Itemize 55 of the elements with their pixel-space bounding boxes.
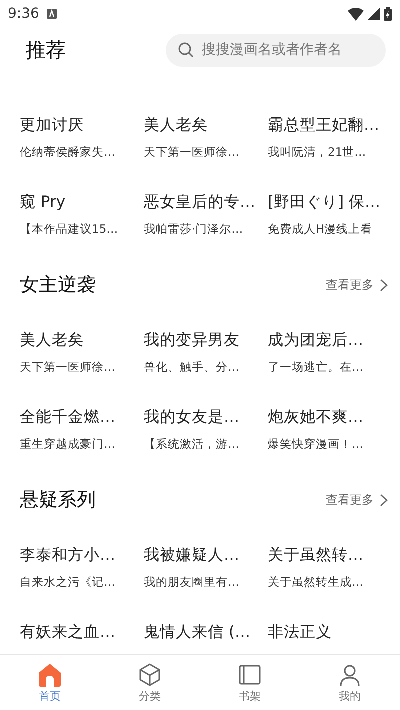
book-title[interactable]: 更加讨厌 bbox=[20, 114, 140, 136]
book-description: 兽化、触手、分… bbox=[144, 359, 240, 376]
book-description: 【本作品建议15… bbox=[20, 221, 120, 238]
book-description: 爆笑快穿漫画！… bbox=[268, 436, 364, 453]
book-title[interactable]: 我被嫌疑人… bbox=[144, 544, 264, 566]
book-title[interactable]: 炮灰她不爽… bbox=[268, 406, 388, 428]
book-title[interactable]: 我的女友是… bbox=[144, 406, 264, 428]
nav-tab[interactable]: 首页 bbox=[0, 655, 100, 710]
book-description: 我的朋友圈里有… bbox=[144, 574, 240, 591]
chevron-right-icon[interactable] bbox=[380, 278, 388, 292]
book-description: 关于虽然转生成… bbox=[268, 574, 364, 591]
book-title[interactable]: 有妖来之血… bbox=[20, 621, 140, 643]
cube-icon bbox=[138, 663, 162, 687]
section-title: 悬疑系列 bbox=[20, 488, 96, 513]
book-description: 伦纳蒂侯爵家失… bbox=[20, 144, 116, 161]
nav-tab[interactable]: 书架 bbox=[200, 655, 300, 710]
book-title[interactable]: 霸总型王妃翻… bbox=[268, 114, 388, 136]
chevron-right-icon[interactable] bbox=[380, 494, 388, 506]
section-title: 女主逆袭 bbox=[20, 273, 96, 298]
book-title[interactable]: 美人老矣 bbox=[144, 114, 264, 136]
book-description: 重生穿越成豪门… bbox=[20, 436, 116, 453]
more-link[interactable]: 查看更多 bbox=[326, 276, 374, 294]
wifi-icon bbox=[348, 8, 364, 20]
notification-icon bbox=[47, 9, 58, 19]
book-title[interactable]: 美人老矣 bbox=[20, 329, 140, 351]
book-icon bbox=[238, 663, 262, 687]
book-title[interactable]: 鬼情人来信 (… bbox=[144, 621, 264, 643]
battery-icon bbox=[384, 7, 392, 21]
book-title[interactable]: 成为团宠后… bbox=[268, 329, 388, 351]
book-description: 天下第一医师徐… bbox=[144, 144, 240, 161]
book-description: 免费成人H漫线上看 bbox=[268, 221, 374, 238]
book-description: 我叫阮清，21世… bbox=[268, 144, 368, 161]
book-description: 自来水之污《记… bbox=[20, 574, 116, 591]
search-icon bbox=[178, 42, 194, 58]
nav-tab[interactable]: 我的 bbox=[300, 655, 400, 710]
book-title[interactable]: 全能千金燃… bbox=[20, 406, 140, 428]
nav-tab[interactable]: 分类 bbox=[100, 655, 200, 710]
book-description: 我帕雷莎·门泽尔… bbox=[144, 221, 244, 238]
book-description: 天下第一医师徐… bbox=[20, 359, 116, 376]
status-time: 9:36 bbox=[8, 6, 40, 22]
more-link[interactable]: 查看更多 bbox=[326, 492, 374, 508]
book-title[interactable]: 我的变异男友 bbox=[144, 329, 264, 351]
signal-icon bbox=[368, 8, 380, 20]
book-title[interactable]: 非法正义 bbox=[268, 621, 388, 643]
search-field[interactable]: 搜搜漫画名或者作者名 bbox=[166, 34, 386, 66]
book-title[interactable]: 关于虽然转… bbox=[268, 544, 388, 566]
book-title[interactable]: 恶女皇后的专… bbox=[144, 191, 264, 213]
page-title: 推荐 bbox=[26, 36, 66, 64]
home-icon bbox=[38, 663, 62, 687]
book-description: 【系统激活，游… bbox=[144, 436, 240, 453]
book-title[interactable]: 窥 Pry bbox=[20, 191, 140, 213]
book-description: 了一场逃亡。在… bbox=[268, 359, 364, 376]
book-title[interactable]: 李泰和方小… bbox=[20, 544, 140, 566]
person-icon bbox=[338, 663, 362, 687]
book-title[interactable]: [野田ぐり] 保… bbox=[268, 191, 388, 213]
